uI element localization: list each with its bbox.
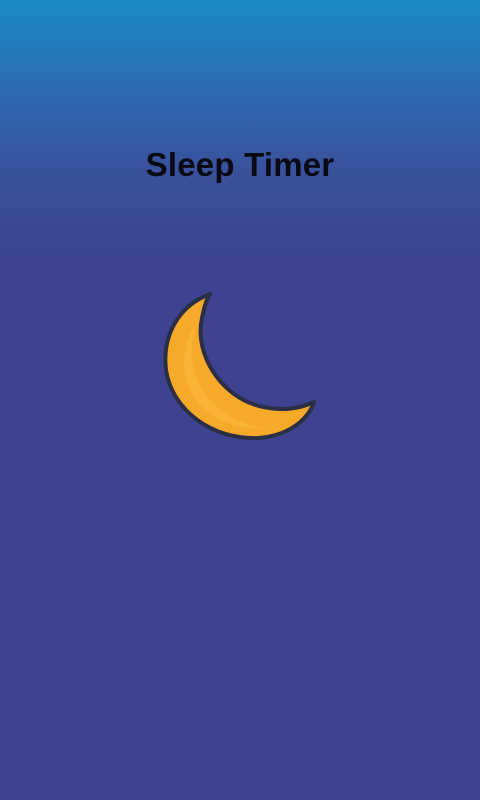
sleep-timer-screen: Sleep Timer: [0, 0, 480, 800]
page-title: Sleep Timer: [145, 146, 335, 183]
crescent-moon-icon[interactable]: [160, 288, 322, 448]
